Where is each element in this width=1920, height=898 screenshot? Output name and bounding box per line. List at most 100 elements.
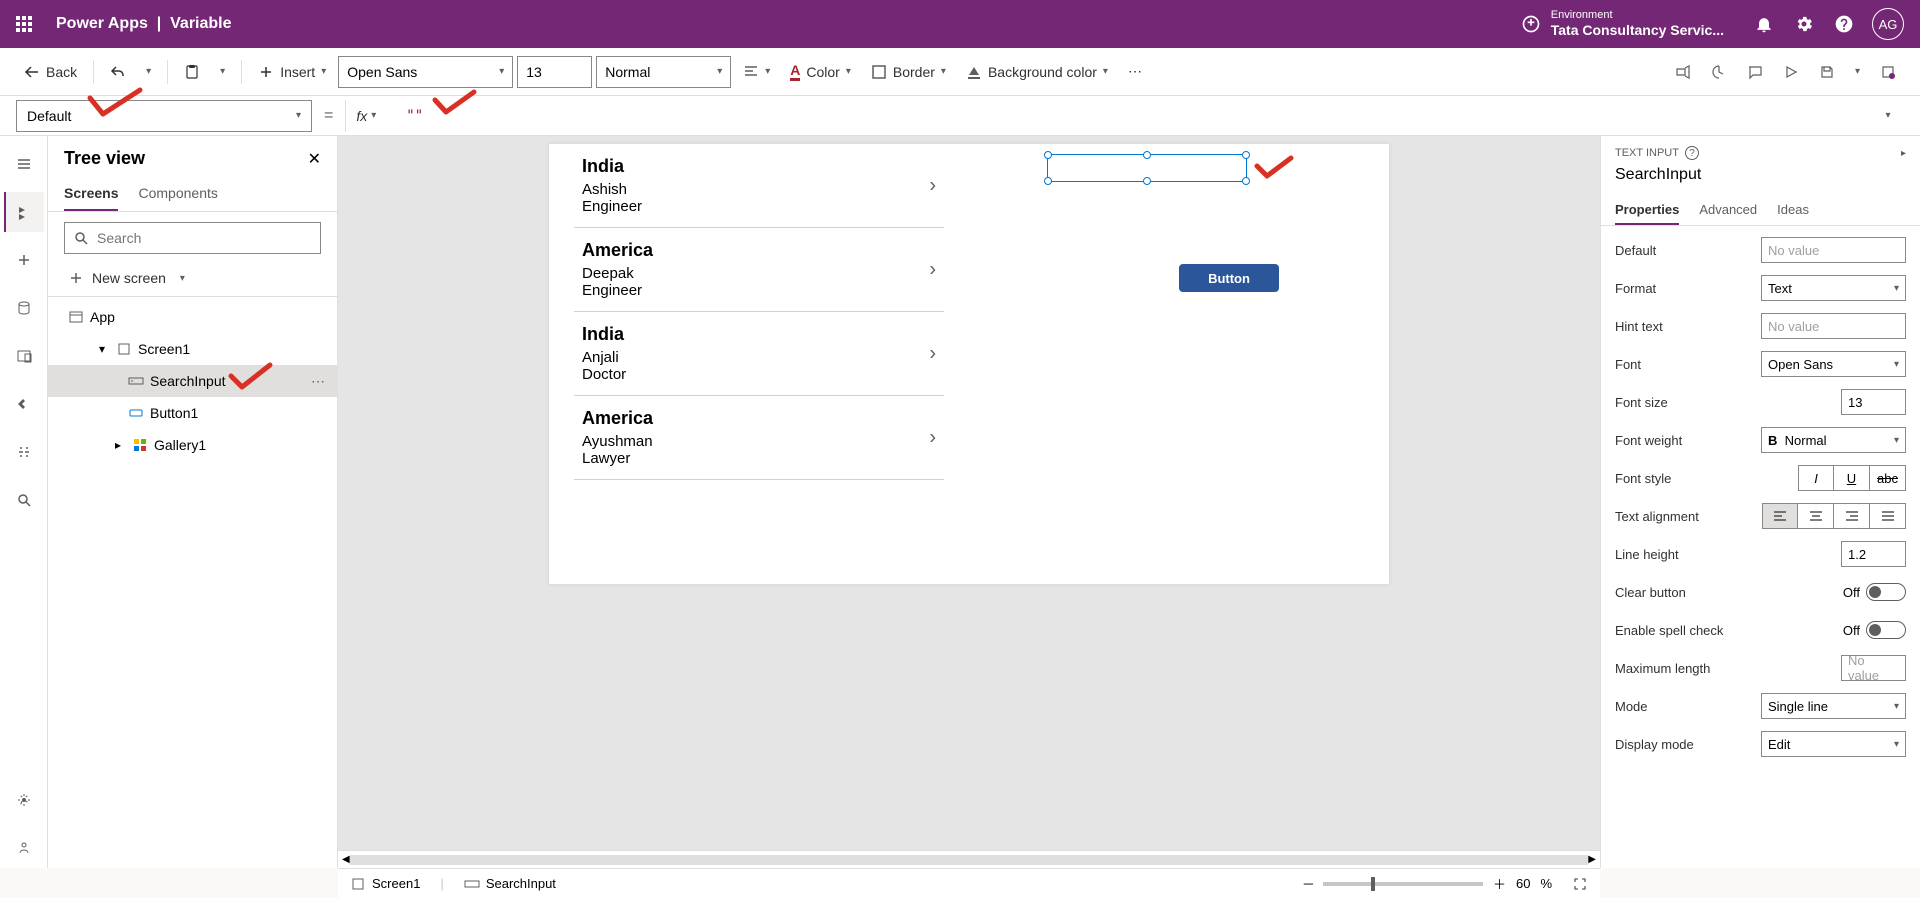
app-title: Power Apps | Variable (56, 15, 232, 33)
undo-dropdown[interactable]: ▾ (138, 56, 159, 88)
font-size-input[interactable]: 13 (517, 56, 592, 88)
zoom-slider[interactable] (1323, 882, 1483, 886)
share-button[interactable] (1667, 56, 1699, 88)
comments-button[interactable] (1739, 56, 1771, 88)
chevron-right-icon[interactable]: ▸ (110, 437, 126, 453)
tree-view-icon[interactable] (4, 192, 44, 232)
button-control[interactable]: Button (1179, 264, 1279, 292)
paste-button[interactable] (176, 56, 208, 88)
zoom-out-button[interactable]: ─ (1304, 876, 1313, 891)
hamburger-icon[interactable] (4, 144, 44, 184)
align-button[interactable]: ▾ (735, 56, 778, 88)
variables-rail-icon[interactable] (4, 432, 44, 472)
prop-fontstyle-seg[interactable]: IUabc (1798, 465, 1906, 491)
properties-panel: TEXT INPUT ? ▸ SearchInput Properties Ad… (1600, 136, 1920, 868)
tab-components[interactable]: Components (138, 177, 217, 211)
bgcolor-button[interactable]: Background color▾ (958, 56, 1116, 88)
gallery-control[interactable]: India Ashish Engineer ›America Deepak En… (574, 144, 944, 544)
tab-properties[interactable]: Properties (1615, 196, 1679, 225)
undo-button[interactable] (102, 56, 134, 88)
prop-displaymode-select[interactable]: Edit▾ (1761, 731, 1906, 757)
equals-sign: = (324, 107, 333, 125)
chevron-right-icon[interactable]: › (929, 174, 936, 197)
tree-item-gallery1[interactable]: ▸ Gallery1 (48, 429, 337, 461)
powerfx-rail-icon[interactable] (4, 384, 44, 424)
prop-mode-select[interactable]: Single line▾ (1761, 693, 1906, 719)
color-button[interactable]: AColor▾ (782, 56, 859, 88)
breadcrumb-control[interactable]: SearchInput (464, 876, 556, 892)
prop-format-select[interactable]: Text▾ (1761, 275, 1906, 301)
waffle-icon[interactable] (8, 8, 40, 40)
more-icon[interactable]: ⋯ (311, 373, 325, 390)
data-rail-icon[interactable] (4, 288, 44, 328)
prop-hint-input[interactable]: No value (1761, 313, 1906, 339)
tree-item-app[interactable]: App (48, 301, 337, 333)
searchinput-control[interactable] (1047, 154, 1247, 182)
prop-clear-toggle[interactable] (1866, 583, 1906, 601)
paste-dropdown[interactable]: ▾ (212, 56, 233, 88)
help-icon[interactable] (1824, 0, 1864, 48)
publish-button[interactable] (1872, 56, 1904, 88)
settings-rail-icon[interactable] (4, 780, 44, 820)
left-rail (0, 136, 48, 868)
prop-maxlen-input[interactable]: No value (1841, 655, 1906, 681)
design-canvas[interactable]: India Ashish Engineer ›America Deepak En… (549, 144, 1389, 584)
gallery-item[interactable]: America Ayushman Lawyer › (574, 396, 944, 480)
breadcrumb-screen[interactable]: Screen1 (350, 876, 420, 892)
fx-button[interactable]: fx▾ (345, 100, 386, 132)
gallery-sub1: Ashish (582, 181, 936, 198)
zoom-control[interactable]: ─ ＋ 60 % (1304, 874, 1588, 893)
tab-screens[interactable]: Screens (64, 177, 118, 211)
save-button[interactable] (1811, 56, 1843, 88)
border-button[interactable]: Border▾ (863, 56, 954, 88)
property-select[interactable]: Default▾ (16, 100, 312, 132)
prop-fontweight-select[interactable]: B Normal▾ (1761, 427, 1906, 453)
insert-button[interactable]: Insert ▾ (250, 56, 334, 88)
search-rail-icon[interactable] (4, 480, 44, 520)
prop-default-input[interactable]: No value (1761, 237, 1906, 263)
prop-spell-toggle[interactable] (1866, 621, 1906, 639)
virtualagent-rail-icon[interactable] (4, 828, 44, 868)
prop-font-select[interactable]: Open Sans▾ (1761, 351, 1906, 377)
close-tree-button[interactable]: ✕ (308, 149, 321, 169)
back-button[interactable]: Back (16, 56, 85, 88)
expand-props-icon[interactable]: ▸ (1901, 148, 1906, 159)
notifications-icon[interactable] (1744, 0, 1784, 48)
zoom-in-button[interactable]: ＋ (1493, 874, 1506, 893)
gallery-item[interactable]: America Deepak Engineer › (574, 228, 944, 312)
media-rail-icon[interactable] (4, 336, 44, 376)
gallery-item[interactable]: India Ashish Engineer › (574, 144, 944, 228)
more-options-button[interactable]: ⋯ (1120, 56, 1150, 88)
fit-screen-icon[interactable] (1572, 876, 1588, 892)
tab-ideas[interactable]: Ideas (1777, 196, 1809, 225)
new-screen-button[interactable]: New screen ▾ (48, 264, 337, 292)
canvas-horizontal-scrollbar[interactable]: ◀▶ (338, 850, 1600, 868)
environment-selector[interactable]: Environment Tata Consultancy Servic... (1521, 9, 1724, 39)
gallery-item[interactable]: India Anjali Doctor › (574, 312, 944, 396)
app-checker-button[interactable] (1703, 56, 1735, 88)
prop-lineheight-input[interactable]: 1.2 (1841, 541, 1906, 567)
prop-align-seg[interactable] (1762, 503, 1906, 529)
tree-item-searchinput[interactable]: SearchInput ⋯ (48, 365, 337, 397)
user-avatar[interactable]: AG (1872, 8, 1904, 40)
insert-rail-icon[interactable] (4, 240, 44, 280)
info-icon[interactable]: ? (1685, 146, 1699, 160)
settings-icon[interactable] (1784, 0, 1824, 48)
tree-item-button1[interactable]: Button1 (48, 397, 337, 429)
tree-search-box[interactable] (64, 222, 321, 254)
tree-search-input[interactable] (97, 230, 312, 246)
prop-clear-label: Clear button (1615, 585, 1686, 600)
font-weight-select[interactable]: Normal▾ (596, 56, 731, 88)
chevron-right-icon[interactable]: › (929, 258, 936, 281)
chevron-right-icon[interactable]: › (929, 426, 936, 449)
formula-expand-button[interactable]: ▾ (1872, 110, 1904, 121)
tree-item-screen1[interactable]: ▾ Screen1 (48, 333, 337, 365)
tab-advanced[interactable]: Advanced (1699, 196, 1757, 225)
chevron-right-icon[interactable]: › (929, 342, 936, 365)
save-dropdown[interactable]: ▾ (1847, 56, 1868, 88)
preview-button[interactable] (1775, 56, 1807, 88)
chevron-down-icon[interactable]: ▾ (94, 341, 110, 357)
font-family-select[interactable]: Open Sans▾ (338, 56, 513, 88)
formula-input[interactable] (398, 100, 1860, 132)
prop-fontsize-input[interactable]: 13 (1841, 389, 1906, 415)
